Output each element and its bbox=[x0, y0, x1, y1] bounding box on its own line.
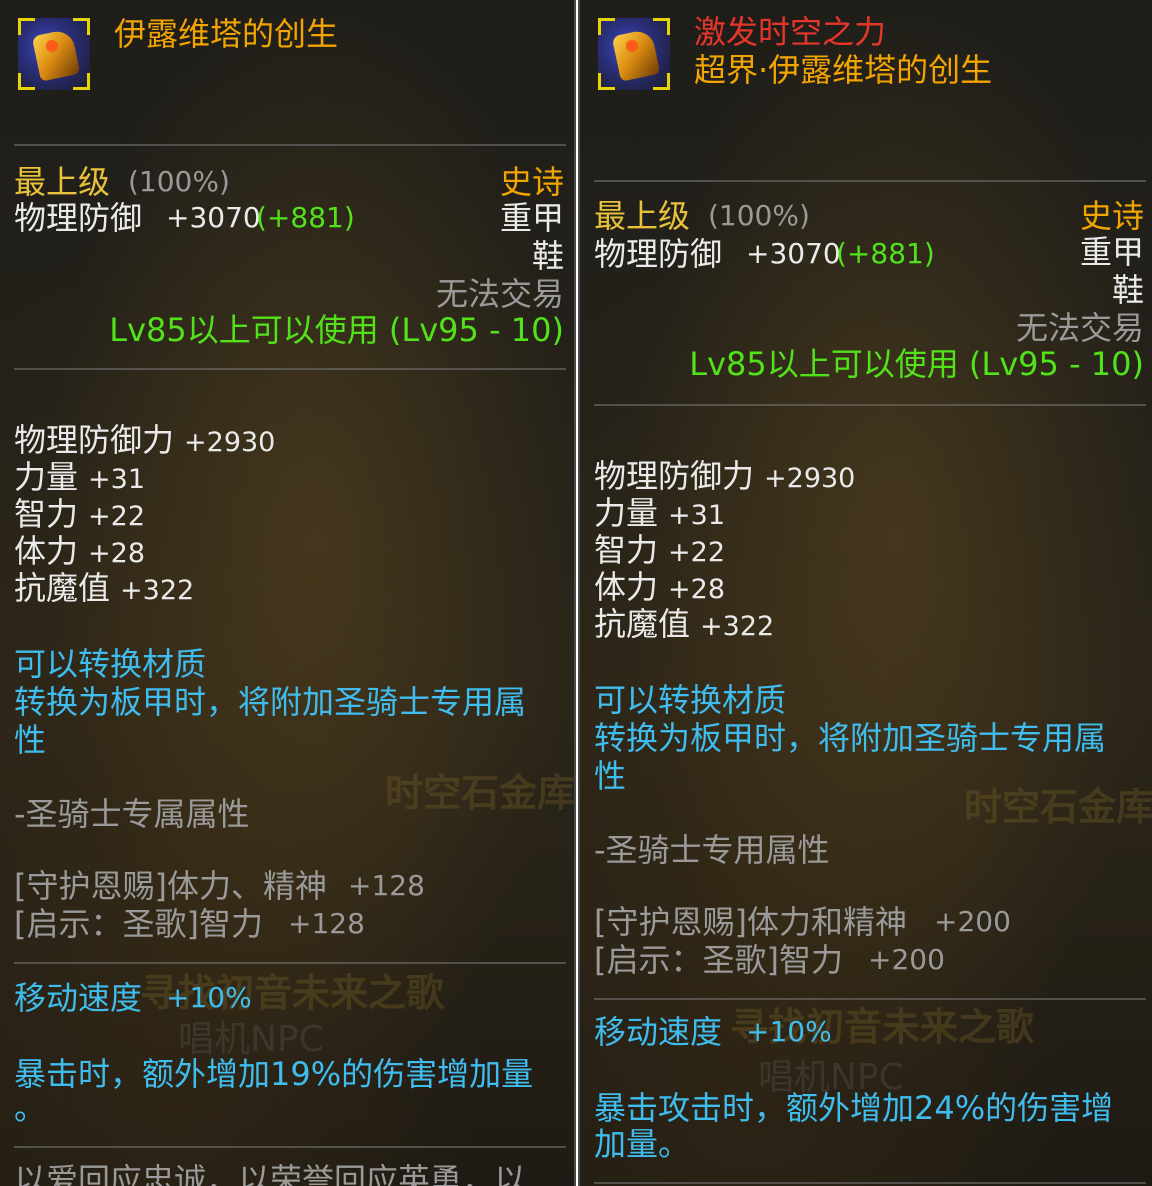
item-title: 超界·伊露维塔的创生 bbox=[694, 51, 993, 89]
class-attribute-header: -圣骑士专属属性 bbox=[14, 795, 250, 833]
phys-def-value: +3070 bbox=[746, 237, 841, 270]
skill-bonus-label: [守护恩赐]体力、精神 bbox=[14, 867, 327, 905]
convert-material-text: 可以转换材质 bbox=[14, 645, 207, 683]
item-grade: 最上级 bbox=[14, 163, 111, 201]
convert-material-text: 可以转换材质 bbox=[594, 681, 787, 719]
item-enhance-title: 激发时空之力 bbox=[694, 13, 887, 51]
stat-row: 智力 +22 bbox=[594, 534, 725, 566]
crit-effect-text: 暴击攻击时，额外增加24%的伤害增 bbox=[594, 1089, 1114, 1127]
stat-row: 抗魔值 +322 bbox=[14, 572, 194, 604]
stat-row: 智力 +22 bbox=[14, 498, 145, 530]
phys-def-label: 物理防御 bbox=[594, 235, 723, 273]
trade-status: 无法交易 bbox=[1015, 309, 1144, 347]
skill-bonus-value: +200 bbox=[868, 943, 945, 976]
move-speed-value: +10% bbox=[166, 981, 252, 1014]
convert-effect-text-cont: 性 bbox=[14, 721, 47, 759]
stat-row: 力量 +31 bbox=[14, 461, 145, 493]
background-watermark: 时空石金库 bbox=[385, 771, 576, 815]
skill-bonus-value: +128 bbox=[288, 907, 365, 940]
move-speed-value: +10% bbox=[746, 1015, 832, 1048]
phys-def-value: +3070 bbox=[166, 201, 261, 234]
skill-bonus-label: [启示：圣歌]智力 bbox=[14, 905, 263, 943]
convert-effect-text-cont: 性 bbox=[594, 757, 627, 795]
divider bbox=[594, 998, 1146, 1000]
item-tooltip-original: 时空石金库 寻找初音未来之歌 唱机NPC 伊露维塔的创生 最上级 (100%) … bbox=[0, 0, 576, 1186]
equip-slot: 鞋 bbox=[531, 237, 564, 275]
move-speed-label: 移动速度 bbox=[594, 1013, 723, 1051]
stat-row: 抗魔值 +322 bbox=[594, 608, 774, 640]
phys-def-bonus: (+881) bbox=[836, 237, 935, 270]
divider bbox=[594, 180, 1146, 182]
item-title: 伊露维塔的创生 bbox=[114, 15, 339, 53]
divider bbox=[594, 1182, 1146, 1184]
phys-def-label: 物理防御 bbox=[14, 199, 143, 237]
convert-effect-text: 转换为板甲时，将附加圣骑士专用属 bbox=[14, 683, 527, 721]
stat-value: +31 bbox=[668, 500, 725, 531]
equip-slot: 鞋 bbox=[1111, 271, 1144, 309]
convert-effect-text: 转换为板甲时，将附加圣骑士专用属 bbox=[594, 719, 1107, 757]
stat-value: +322 bbox=[120, 575, 195, 606]
stat-value: +322 bbox=[700, 611, 775, 642]
stat-value: +2930 bbox=[184, 427, 276, 458]
stat-row: 体力 +28 bbox=[594, 571, 725, 603]
stat-label: 抗魔值 bbox=[594, 605, 691, 643]
stat-label: 力量 bbox=[14, 458, 79, 496]
divider bbox=[14, 144, 566, 146]
skill-bonus-label: [守护恩赐]体力和精神 bbox=[594, 903, 907, 941]
stat-value: +22 bbox=[88, 501, 145, 532]
item-grade: 最上级 bbox=[594, 197, 691, 235]
stat-label: 智力 bbox=[594, 531, 659, 569]
trade-status: 无法交易 bbox=[435, 275, 564, 313]
stat-label: 体力 bbox=[594, 568, 659, 606]
crit-effect-text-cont: 。 bbox=[14, 1089, 47, 1127]
stat-label: 体力 bbox=[14, 532, 79, 570]
stat-value: +28 bbox=[88, 538, 145, 569]
level-requirement: Lv85以上可以使用 (Lv95 - 10) bbox=[109, 311, 564, 349]
flavor-text: 以爱回应忠诚，以荣誉回应英勇，以 bbox=[14, 1161, 527, 1186]
stat-label: 抗魔值 bbox=[14, 569, 111, 607]
stat-value: +22 bbox=[668, 537, 725, 568]
stat-label: 物理防御力 bbox=[14, 421, 175, 459]
stat-value: +2930 bbox=[764, 463, 856, 494]
armor-type: 重甲 bbox=[499, 199, 564, 237]
class-attribute-header: -圣骑士专用属性 bbox=[594, 831, 830, 869]
move-speed-label: 移动速度 bbox=[14, 979, 143, 1017]
stat-value: +31 bbox=[88, 464, 145, 495]
item-rarity: 史诗 bbox=[499, 163, 564, 201]
divider bbox=[14, 962, 566, 964]
level-requirement: Lv85以上可以使用 (Lv95 - 10) bbox=[689, 345, 1144, 383]
item-tooltip-upgraded: 时空石金库 寻找初音未来之歌 唱机NPC 激发时空之力 超界·伊露维塔的创生 最… bbox=[578, 0, 1152, 1186]
skill-bonus-value: +200 bbox=[934, 905, 1011, 938]
stat-label: 力量 bbox=[594, 494, 659, 532]
background-watermark: 时空石金库 bbox=[964, 785, 1152, 829]
divider bbox=[14, 1146, 566, 1148]
item-icon bbox=[18, 18, 90, 90]
stat-row: 体力 +28 bbox=[14, 535, 145, 567]
stat-row: 物理防御力 +2930 bbox=[14, 424, 275, 456]
divider bbox=[594, 404, 1146, 406]
stat-row: 物理防御力 +2930 bbox=[594, 460, 855, 492]
crit-effect-text: 暴击时，额外增加19%的伤害增加量 bbox=[14, 1055, 534, 1093]
grade-percent: (100%) bbox=[708, 199, 810, 232]
stat-label: 物理防御力 bbox=[594, 457, 755, 495]
skill-bonus-value: +128 bbox=[348, 869, 425, 902]
item-icon bbox=[598, 18, 670, 90]
stat-value: +28 bbox=[668, 574, 725, 605]
stat-label: 智力 bbox=[14, 495, 79, 533]
phys-def-bonus: (+881) bbox=[256, 201, 355, 234]
armor-type: 重甲 bbox=[1079, 233, 1144, 271]
stat-row: 力量 +31 bbox=[594, 497, 725, 529]
item-rarity: 史诗 bbox=[1079, 197, 1144, 235]
divider bbox=[14, 368, 566, 370]
grade-percent: (100%) bbox=[128, 165, 230, 198]
skill-bonus-label: [启示：圣歌]智力 bbox=[594, 941, 843, 979]
crit-effect-text-cont: 加量。 bbox=[594, 1125, 691, 1163]
